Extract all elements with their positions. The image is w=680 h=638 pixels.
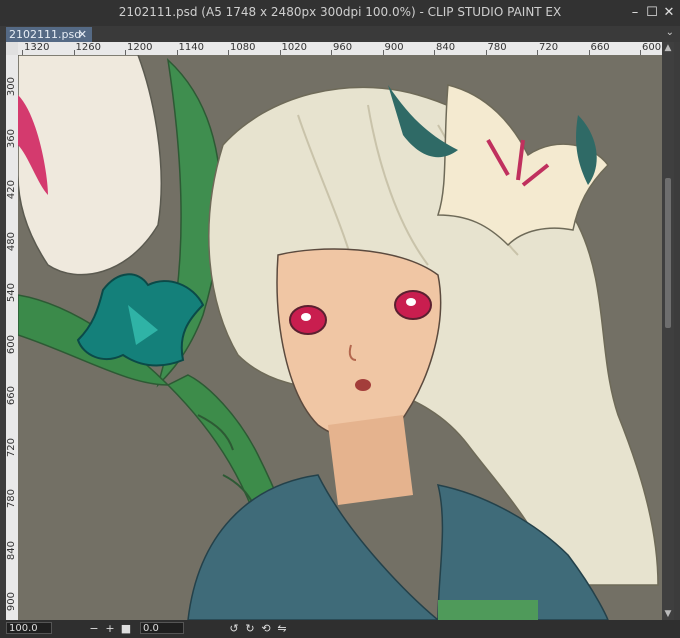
ruler-tick-label: 420 [6, 180, 17, 200]
ruler-tick-label: 1200 [127, 42, 153, 53]
ruler-tick-label: 600 [642, 42, 662, 53]
flip-horizontal-icon[interactable]: ⇋ [276, 622, 288, 635]
zoom-out-icon[interactable]: − [88, 622, 100, 635]
ruler-tick-label: 840 [436, 42, 456, 53]
ruler-tick-label: 1140 [178, 42, 204, 53]
ruler-tick-label: 600 [6, 334, 17, 354]
ruler-corner [6, 42, 18, 55]
ruler-tick-label: 960 [333, 42, 353, 53]
ruler-tick-label: 840 [6, 540, 17, 560]
ruler-tick-label: 780 [487, 42, 507, 53]
drawing-canvas[interactable] [18, 55, 662, 620]
ruler-tick-label: 780 [6, 489, 17, 509]
zoom-in-icon[interactable]: + [104, 622, 116, 635]
illustration-artwork [18, 55, 662, 620]
ruler-tick-label: 900 [384, 42, 404, 53]
maximize-button[interactable]: ☐ [643, 4, 661, 22]
status-bar: 100.0 − + ■ 0.0 ↺ ↻ ⟲ ⇋ [0, 620, 680, 638]
rotate-left-icon[interactable]: ↺ [228, 622, 240, 635]
ruler-tick-label: 660 [6, 386, 17, 406]
rotate-right-icon[interactable]: ↻ [244, 622, 256, 635]
reset-rotation-icon[interactable]: ⟲ [260, 622, 272, 635]
scroll-down-icon[interactable]: ▼ [662, 609, 674, 619]
ruler-tick-label: 720 [6, 437, 17, 457]
zoom-field[interactable]: 100.0 [6, 622, 52, 634]
vertical-scroll-thumb[interactable] [665, 178, 671, 328]
ruler-tick-label: 1080 [230, 42, 256, 53]
document-tab-bar: 2102111.psd ✕ ⌄ [0, 26, 680, 42]
tab-list-chevron-icon[interactable]: ⌄ [666, 27, 674, 38]
rotation-field[interactable]: 0.0 [140, 622, 184, 634]
document-tab[interactable]: 2102111.psd ✕ [6, 27, 92, 42]
title-bar: 2102111.psd (A5 1748 x 2480px 300dpi 100… [0, 0, 680, 26]
close-window-button[interactable]: ✕ [660, 4, 678, 22]
window-title: 2102111.psd (A5 1748 x 2480px 300dpi 100… [118, 5, 562, 19]
ruler-tick-label: 300 [6, 77, 17, 97]
minimize-button[interactable]: – [626, 4, 644, 22]
ruler-tick-label: 720 [539, 42, 559, 53]
document-tab-label: 2102111.psd [9, 28, 82, 41]
ruler-tick-label: 660 [590, 42, 610, 53]
ruler-tick-label: 540 [6, 283, 17, 303]
vertical-scrollbar[interactable]: ▲ ▼ [662, 42, 674, 620]
ruler-tick-label: 1320 [24, 42, 50, 53]
ruler-tick-label: 1260 [75, 42, 101, 53]
scroll-up-icon[interactable]: ▲ [662, 43, 674, 53]
fit-view-icon[interactable]: ■ [120, 622, 132, 635]
horizontal-ruler: 1320 1260 1200 1140 1080 1020 960 900 840 780 720 6… [18, 42, 662, 56]
ruler-tick-label: 1020 [281, 42, 307, 53]
ruler-tick-label: 900 [6, 592, 17, 612]
ruler-tick-label: 480 [6, 231, 17, 251]
ruler-tick-label: 360 [6, 128, 17, 148]
tab-close-icon[interactable]: ✕ [78, 27, 87, 42]
